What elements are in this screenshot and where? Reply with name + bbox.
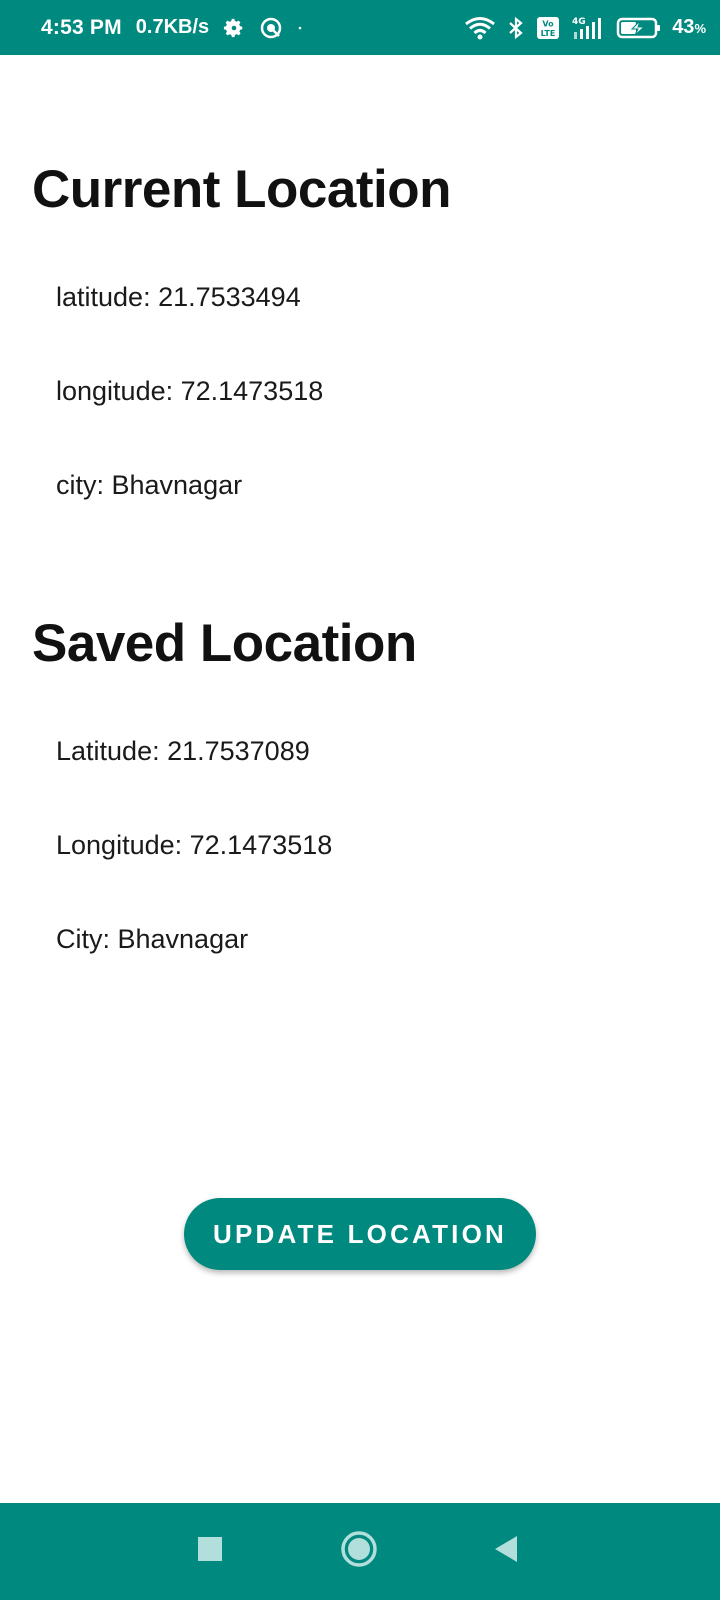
update-location-button[interactable]: UPDATE LOCATION [184,1198,536,1270]
saved-city-text: City: Bhavnagar [56,924,249,954]
network-speed: 0.7KB/s [135,16,210,38]
saved-longitude-text: Longitude: 72.1473518 [56,830,333,860]
recents-button[interactable] [170,1503,250,1600]
status-bar: 4:53 PM 0.7KB/s Vo LTE 4G 43% [0,0,720,55]
signal-4g-icon: 4G [570,15,606,41]
svg-text:LTE: LTE [541,29,556,38]
saved-latitude-text: Latitude: 21.7537089 [56,736,310,766]
current-longitude-text: longitude: 72.1473518 [56,376,324,406]
dot-icon [297,25,303,31]
bluetooth-icon [506,16,526,40]
home-button[interactable] [319,1503,399,1600]
navigation-bar [0,1503,720,1600]
gear-icon [223,17,245,39]
battery-charging-icon [616,16,662,40]
home-circle-icon [340,1530,378,1573]
wifi-icon [464,16,496,40]
main-content: Current Location latitude: 21.7533494 lo… [0,55,720,1503]
current-location-title: Current Location [32,160,451,219]
target-icon [259,16,283,40]
svg-text:Vo: Vo [543,19,555,28]
status-bar-left: 4:53 PM 0.7KB/s [41,0,303,55]
back-triangle-icon [493,1535,519,1568]
battery-percentage: 43% [672,16,706,38]
current-latitude-text: latitude: 21.7533494 [56,282,301,312]
saved-location-title: Saved Location [32,614,417,673]
status-time: 4:53 PM [41,15,122,39]
back-button[interactable] [466,1503,546,1600]
current-city-text: city: Bhavnagar [56,470,243,500]
recents-square-icon [197,1536,223,1567]
volte-icon: Vo LTE [536,16,560,40]
svg-text:4G: 4G [572,17,586,27]
status-bar-right: Vo LTE 4G 43% [464,0,706,55]
